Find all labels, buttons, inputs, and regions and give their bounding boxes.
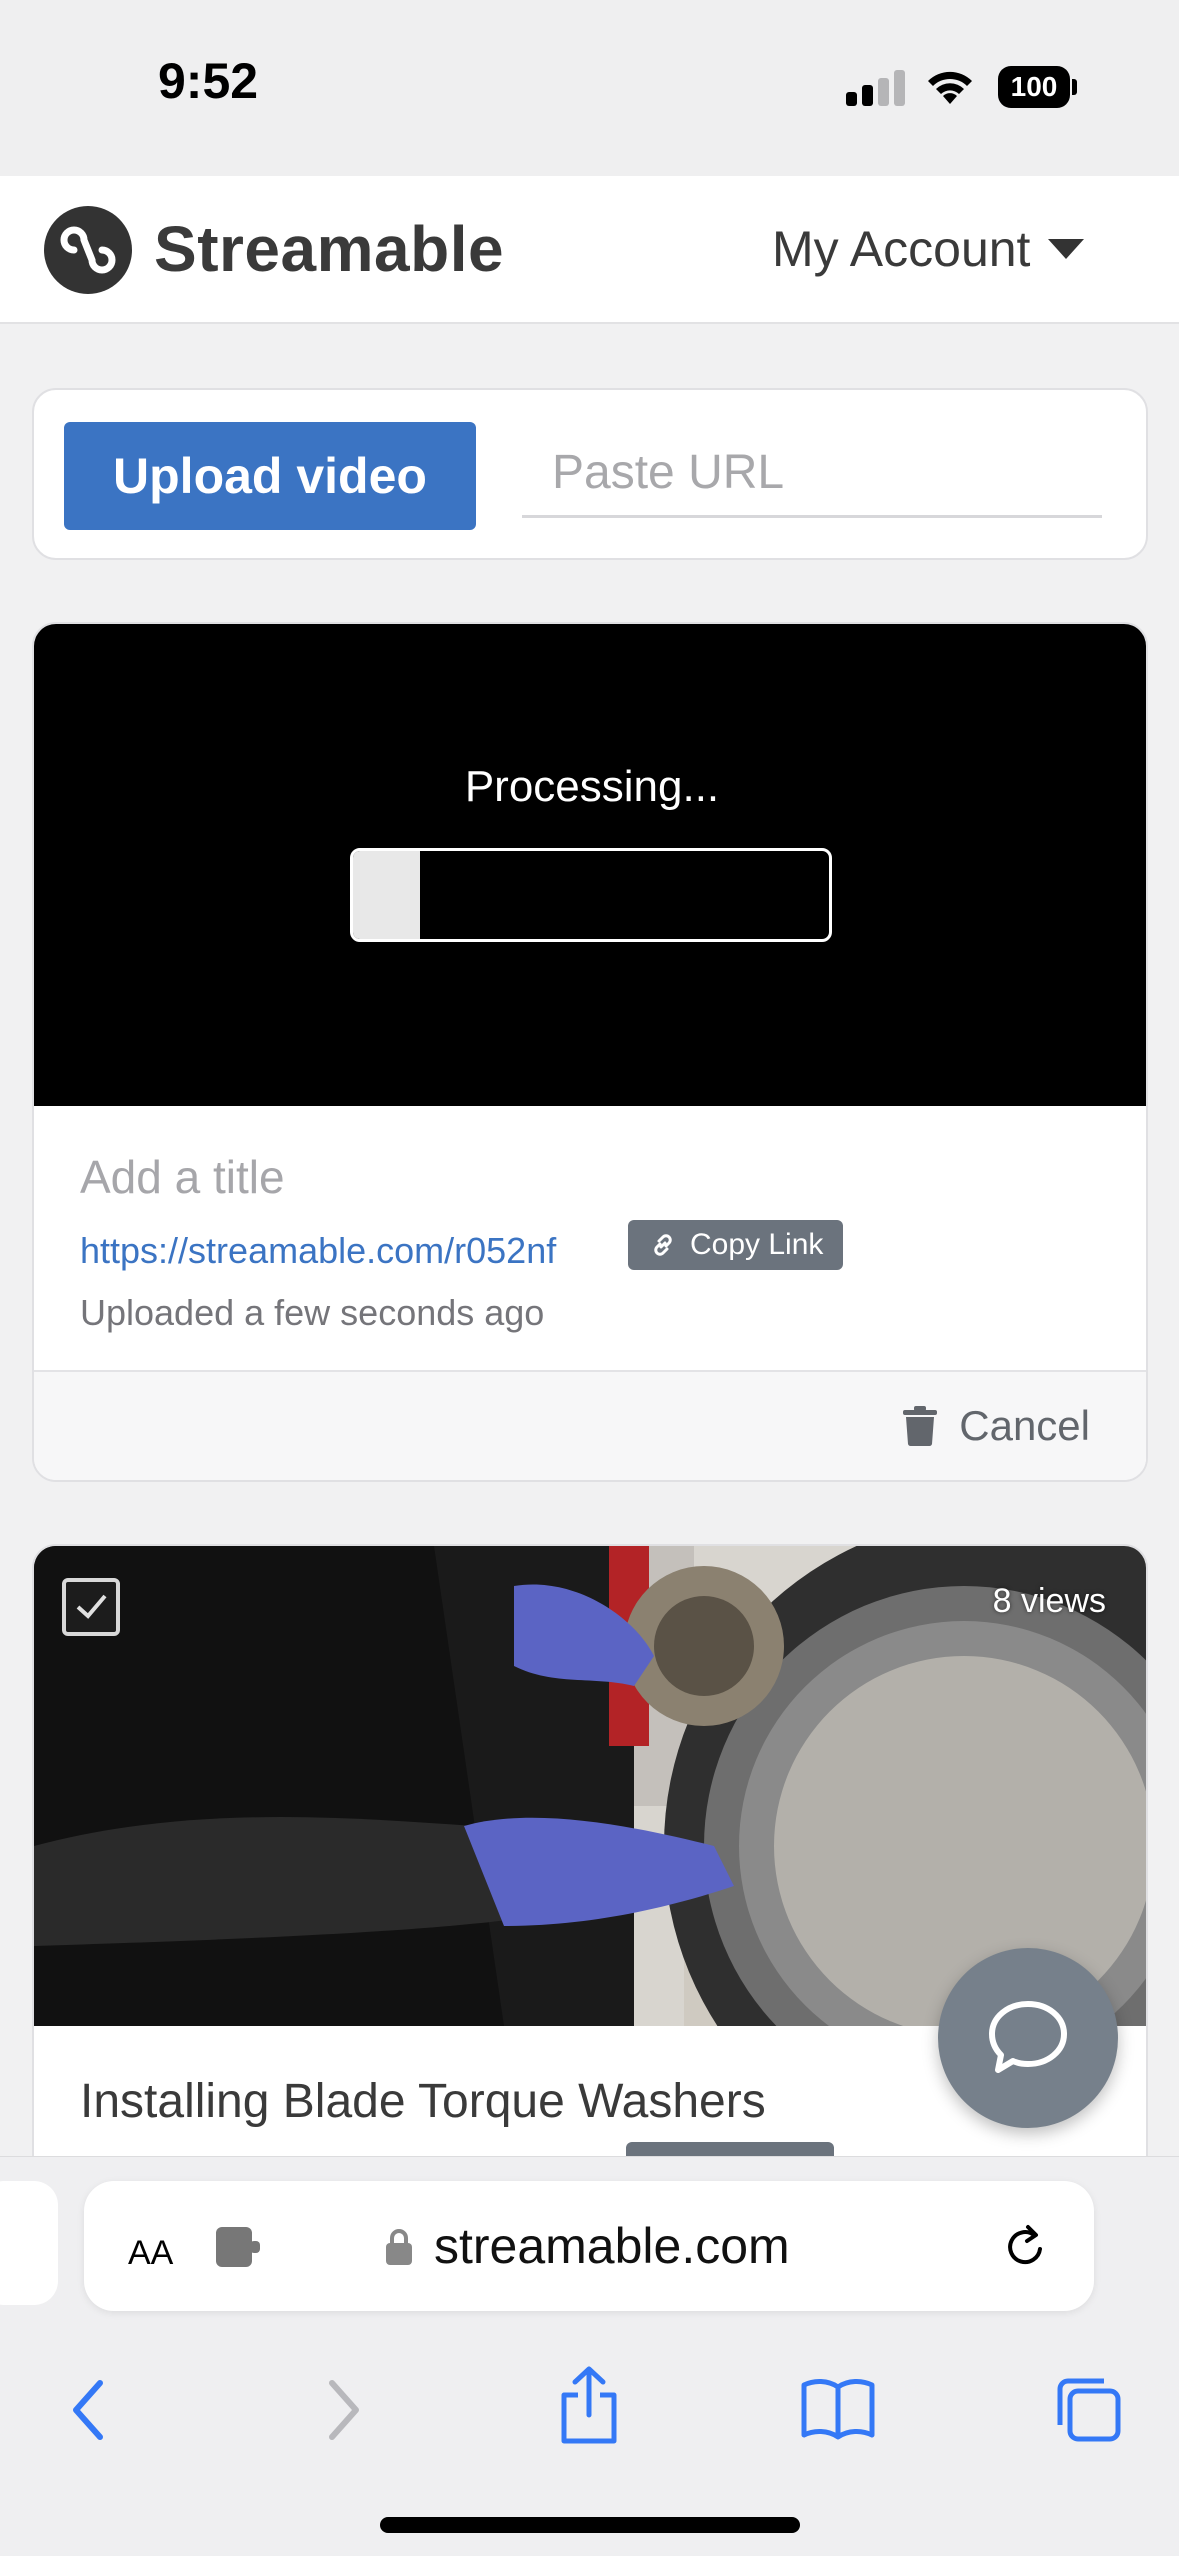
upload-video-button[interactable]: Upload video xyxy=(64,422,476,530)
video-info: Add a title https://streamable.com/r052n… xyxy=(34,1106,1146,1370)
copy-link-label: Copy Link xyxy=(690,1228,824,1261)
cellular-signal-icon xyxy=(846,70,906,106)
reload-icon[interactable] xyxy=(1000,2219,1052,2271)
card-footer: Cancel xyxy=(34,1370,1146,1480)
extension-icon[interactable] xyxy=(214,2225,264,2269)
caret-down-icon xyxy=(1048,239,1085,259)
navigation-row xyxy=(0,2357,1179,2467)
select-checkbox[interactable] xyxy=(62,1578,120,1636)
tabs-icon[interactable] xyxy=(1054,2375,1124,2445)
battery-level: 100 xyxy=(998,66,1070,108)
streamable-logo-icon[interactable] xyxy=(44,206,132,294)
processing-video-card: Processing... Add a title https://stream… xyxy=(32,622,1148,1482)
url-domain: streamable.com xyxy=(434,2218,790,2274)
share-icon[interactable] xyxy=(556,2363,622,2447)
bookmarks-icon[interactable] xyxy=(800,2375,876,2441)
lock-icon xyxy=(386,2229,412,2265)
uploaded-timestamp: Uploaded a few seconds ago xyxy=(80,1292,545,1333)
chat-icon xyxy=(989,2001,1067,2073)
link-icon xyxy=(654,1234,672,1256)
my-account-menu[interactable]: My Account xyxy=(772,220,1085,278)
upload-card: Upload video xyxy=(32,388,1148,560)
browser-toolbar: AA streamable.com xyxy=(0,2156,1179,2556)
video-link[interactable]: https://streamable.com/r052nf xyxy=(80,1230,556,1272)
progress-fill xyxy=(353,851,420,939)
video-title[interactable]: Installing Blade Torque Washers xyxy=(80,2074,766,2129)
processing-status: Processing... xyxy=(464,762,720,811)
paste-url-input[interactable] xyxy=(522,430,1102,518)
processing-progress-bar xyxy=(350,848,832,942)
copy-link-button[interactable]: Copy Link xyxy=(628,1220,844,1270)
video-title-input[interactable]: Add a title xyxy=(80,1150,285,1204)
status-time: 9:52 xyxy=(158,53,259,109)
brand-name[interactable]: Streamable xyxy=(154,212,504,286)
status-bar: 9:52 100 xyxy=(0,0,1179,176)
cancel-label: Cancel xyxy=(959,1402,1090,1449)
battery-icon: 100 xyxy=(998,66,1078,108)
forward-icon[interactable] xyxy=(318,2375,368,2445)
address-bar[interactable]: AA streamable.com xyxy=(84,2181,1094,2311)
back-icon[interactable] xyxy=(64,2375,114,2445)
video-preview: Processing... xyxy=(34,624,1146,1106)
cancel-button[interactable]: Cancel xyxy=(903,1402,1090,1450)
video-thumbnail[interactable]: 8 views xyxy=(34,1546,1146,2026)
text-size-button[interactable]: AA xyxy=(128,2221,173,2275)
wifi-icon xyxy=(928,71,972,104)
home-indicator xyxy=(380,2517,800,2533)
site-header: Streamable My Account xyxy=(0,176,1179,324)
previous-tab-preview[interactable] xyxy=(0,2181,58,2305)
chat-support-button[interactable] xyxy=(938,1948,1118,2128)
account-label: My Account xyxy=(772,221,1031,277)
view-count: 8 views xyxy=(992,1582,1106,1620)
trash-icon xyxy=(903,1406,938,1446)
